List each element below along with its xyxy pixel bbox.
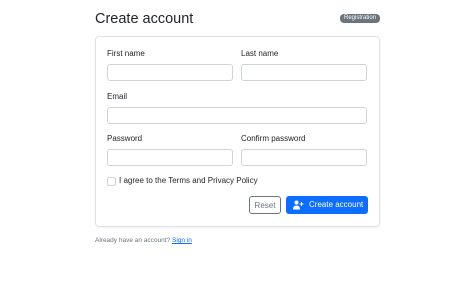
- footer-text: Already have an account?: [95, 237, 171, 244]
- page-header: Create account Registration: [95, 10, 380, 30]
- sign-in-link[interactable]: Sign in: [172, 237, 192, 244]
- last-name-label: Last name: [241, 49, 279, 58]
- last-name-input[interactable]: [241, 64, 367, 81]
- reset-button[interactable]: Reset: [249, 196, 281, 214]
- agree-terms-label[interactable]: I agree to the Terms and Privacy Policy: [119, 176, 258, 186]
- user-plus-icon: [293, 200, 304, 210]
- page-title: Create account: [95, 11, 194, 27]
- confirm-password-label: Confirm password: [241, 134, 306, 143]
- password-input[interactable]: [107, 149, 233, 166]
- registration-badge: Registration: [339, 14, 380, 23]
- registration-card: First name Last name Email Password Conf…: [95, 36, 380, 227]
- agree-terms-checkbox[interactable]: [107, 177, 116, 186]
- registration-page: Create account Registration First name L…: [0, 0, 474, 296]
- first-name-label: First name: [107, 49, 145, 58]
- email-label: Email: [107, 92, 128, 101]
- create-account-label: Create account: [309, 200, 364, 209]
- email-input[interactable]: [107, 107, 367, 124]
- create-account-button[interactable]: Create account: [286, 196, 368, 214]
- first-name-input[interactable]: [107, 64, 233, 81]
- signin-footer: Already have an account? Sign in: [95, 236, 192, 245]
- password-label: Password: [107, 134, 143, 143]
- confirm-password-input[interactable]: [241, 149, 367, 166]
